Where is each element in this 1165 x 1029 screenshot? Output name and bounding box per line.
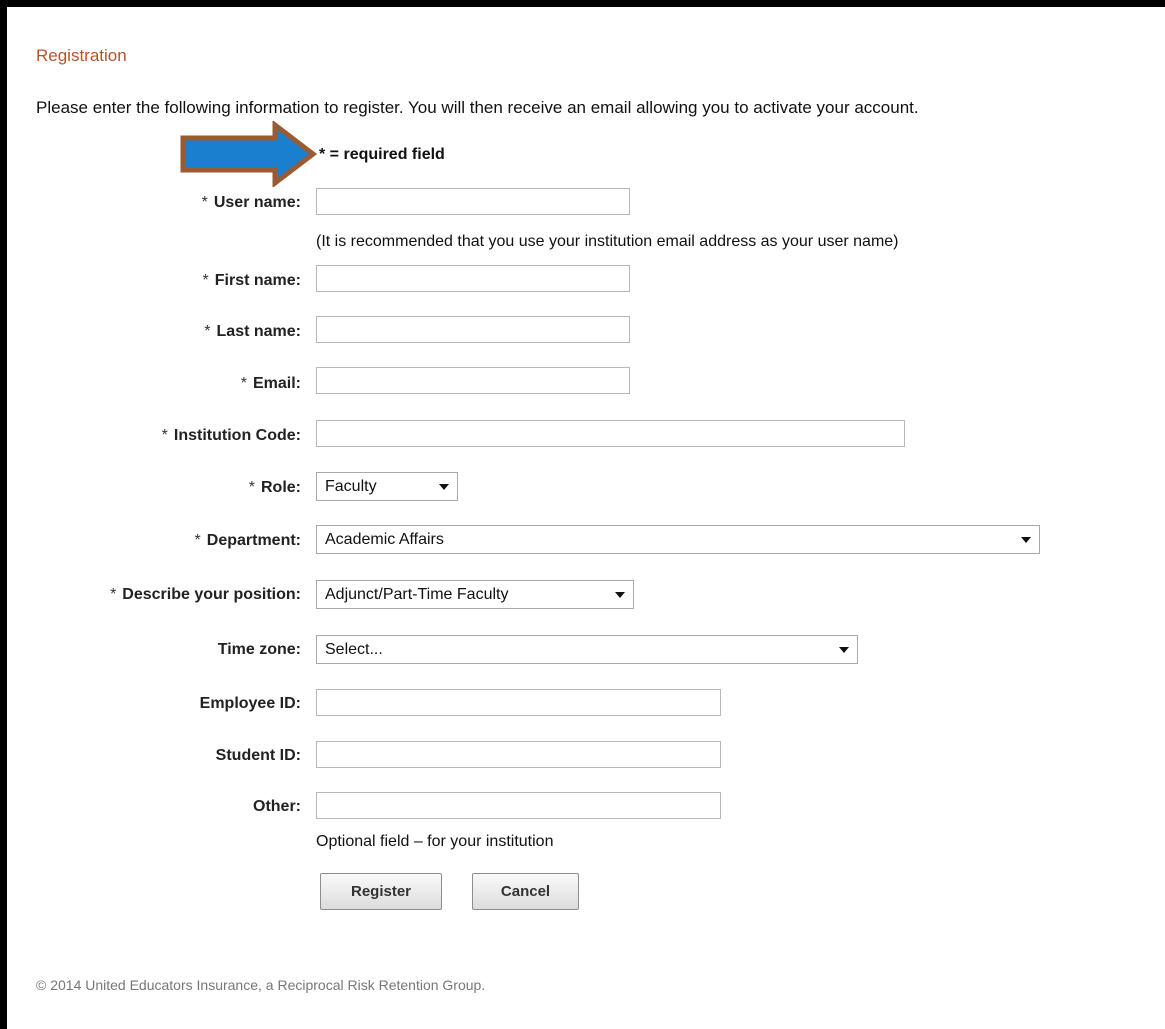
department-selected-value: Academic Affairs <box>325 530 444 548</box>
position-selected-value: Adjunct/Part-Time Faculty <box>325 585 509 603</box>
register-button[interactable]: Register <box>320 873 442 910</box>
last-name-label: * Last name: <box>204 323 301 341</box>
required-star: * <box>110 586 117 603</box>
username-label: * User name: <box>202 194 301 212</box>
email-input[interactable] <box>316 367 630 394</box>
required-star: * <box>201 194 208 211</box>
page-title: Registration <box>36 46 127 65</box>
time-zone-label: Time zone: <box>218 641 301 659</box>
student-id-label-text: Student ID: <box>215 747 301 764</box>
required-star: * <box>248 479 255 496</box>
required-star: * <box>161 427 168 444</box>
role-label: * Role: <box>249 479 301 497</box>
employee-id-input[interactable] <box>316 689 721 716</box>
required-star: * <box>194 532 201 549</box>
username-input[interactable] <box>316 188 630 215</box>
chevron-down-icon <box>839 646 849 653</box>
required-star: * <box>204 323 211 340</box>
right-arrow-icon <box>180 121 318 187</box>
chevron-down-icon <box>1021 536 1031 543</box>
department-label: * Department: <box>195 532 301 550</box>
window-frame <box>0 0 1165 1029</box>
email-label-text: Email: <box>252 375 301 392</box>
institution-code-label: * Institution Code: <box>162 427 301 445</box>
time-zone-select[interactable]: Select... <box>316 635 858 664</box>
required-field-note: * = required field <box>319 146 445 163</box>
employee-id-label: Employee ID: <box>200 695 301 713</box>
position-select[interactable]: Adjunct/Part-Time Faculty <box>316 580 634 609</box>
department-label-text: Department: <box>206 532 301 549</box>
other-hint: Optional field – for your institution <box>316 833 554 850</box>
time-zone-label-text: Time zone: <box>217 641 301 658</box>
last-name-label-text: Last name: <box>216 323 301 340</box>
chevron-down-icon <box>615 591 625 598</box>
username-label-text: User name: <box>213 194 301 211</box>
first-name-label: * First name: <box>203 272 301 290</box>
other-input[interactable] <box>316 792 721 819</box>
time-zone-selected-value: Select... <box>325 640 383 658</box>
student-id-input[interactable] <box>316 741 721 768</box>
chevron-down-icon <box>439 483 449 490</box>
other-label: Other: <box>253 798 301 816</box>
position-label-text: Describe your position: <box>122 586 301 603</box>
other-label-text: Other: <box>253 798 301 815</box>
username-hint: (It is recommended that you use your ins… <box>316 233 899 250</box>
cancel-button[interactable]: Cancel <box>472 873 579 910</box>
last-name-input[interactable] <box>316 316 630 343</box>
intro-text: Please enter the following information t… <box>36 98 919 117</box>
student-id-label: Student ID: <box>216 747 301 765</box>
required-star: * <box>202 272 209 289</box>
institution-code-label-text: Institution Code: <box>173 427 301 444</box>
department-select[interactable]: Academic Affairs <box>316 525 1040 554</box>
first-name-label-text: First name: <box>214 272 301 289</box>
institution-code-input[interactable] <box>316 420 905 447</box>
email-label: * Email: <box>241 375 301 393</box>
footer-copyright: © 2014 United Educators Insurance, a Rec… <box>36 977 486 993</box>
required-star: * <box>240 375 247 392</box>
employee-id-label-text: Employee ID: <box>199 695 301 712</box>
first-name-input[interactable] <box>316 265 630 292</box>
role-select[interactable]: Faculty <box>316 472 458 501</box>
position-label: * Describe your position: <box>110 586 301 604</box>
role-selected-value: Faculty <box>325 477 377 495</box>
role-label-text: Role: <box>261 479 301 496</box>
